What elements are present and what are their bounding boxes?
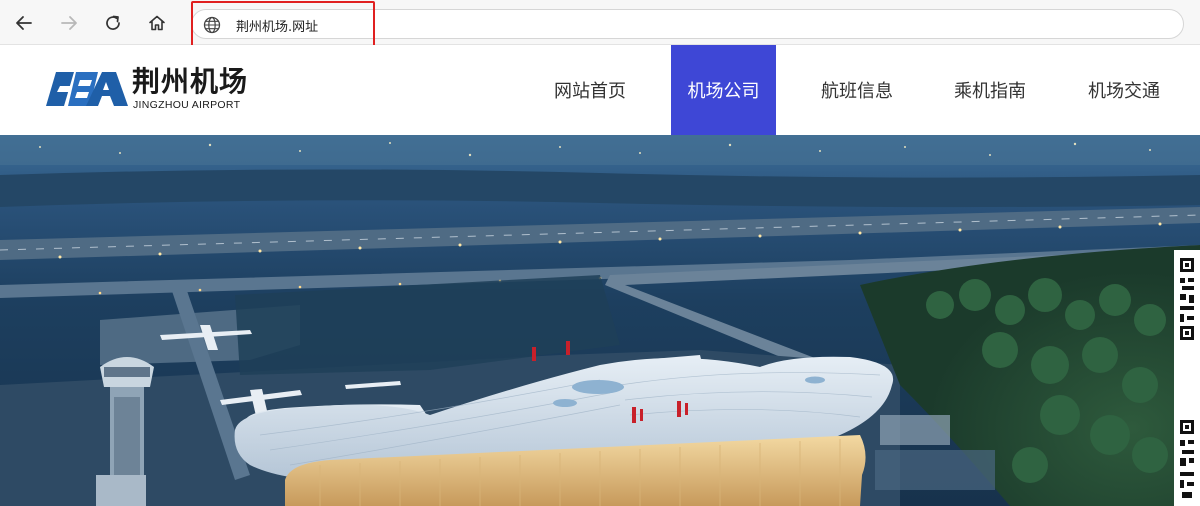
- nav-item-home[interactable]: 网站首页: [536, 45, 644, 135]
- hero-banner: [0, 135, 1200, 506]
- refresh-icon: [106, 15, 120, 30]
- annotation-highlight-box: [191, 1, 375, 51]
- qr-code-panel[interactable]: [1174, 250, 1200, 506]
- back-arrow-icon: [16, 16, 32, 30]
- home-icon: [149, 15, 165, 31]
- airport-terminal-illustration: [0, 135, 1200, 506]
- nav-item-airport-transport[interactable]: 机场交通: [1070, 45, 1178, 135]
- nav-item-flight-info[interactable]: 航班信息: [803, 45, 911, 135]
- nav-item-airport-company[interactable]: 机场公司: [671, 45, 776, 135]
- back-button[interactable]: [7, 6, 41, 40]
- forward-button[interactable]: [52, 6, 86, 40]
- site-header: 荆州机场 JINGZHOU AIRPORT 网站首页 机场公司 航班信息 乘机指…: [0, 45, 1200, 135]
- qr-code-icon: [1174, 250, 1200, 506]
- main-navigation: 网站首页 机场公司 航班信息 乘机指南 机场交通: [0, 45, 1200, 135]
- browser-toolbar: 荆州机场.网址: [0, 0, 1200, 51]
- nav-item-boarding-guide[interactable]: 乘机指南: [936, 45, 1044, 135]
- refresh-button[interactable]: [96, 6, 130, 40]
- home-button[interactable]: [140, 6, 174, 40]
- forward-arrow-icon: [61, 16, 77, 30]
